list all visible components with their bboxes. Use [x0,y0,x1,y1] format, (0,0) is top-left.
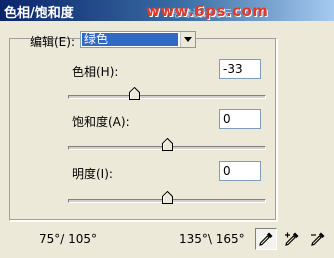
hue-slider-thumb[interactable] [128,87,140,100]
lightness-label: 明度(I): [72,167,113,181]
hue-label: 色相(H): [72,65,119,79]
eyedropper-minus-button[interactable] [307,228,329,250]
saturation-input[interactable]: 0 [219,109,261,129]
chevron-down-icon [184,37,192,42]
eyedropper-minus-icon [311,232,325,246]
lightness-input[interactable]: 0 [219,161,261,181]
range-right-readout: 135°\ 165° [179,232,245,246]
edit-select[interactable]: 绿色 [80,31,196,48]
eyedropper-button[interactable] [255,228,277,250]
window-title: 色相/饱和度 [4,6,74,21]
hue-input[interactable]: -33 [219,59,261,79]
dropdown-button[interactable] [180,32,195,47]
saturation-slider-thumb[interactable] [161,138,173,151]
edit-select-value: 绿色 [82,33,178,46]
range-left-readout: 75°/ 105° [39,232,98,246]
eyedropper-icon [259,232,273,246]
title-bar: 色相/饱和度 思缘设计论坛 www.6ps.com [0,0,334,21]
hue-slider-track[interactable] [68,95,266,99]
eyedropper-plus-button[interactable] [281,228,303,250]
eyedropper-plus-icon [285,232,299,246]
saturation-label: 饱和度(A): [72,115,130,129]
edit-label: 编辑(E): [30,35,75,49]
lightness-slider-thumb[interactable] [161,191,173,204]
watermark-logo: www.6ps.com [146,2,269,20]
